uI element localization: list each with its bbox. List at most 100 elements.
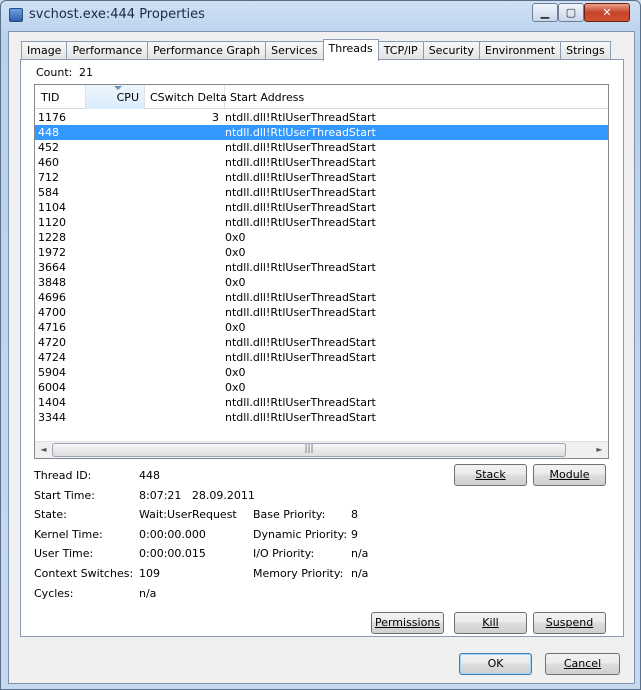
column-cswitch-label: CSwitch Delta (150, 91, 227, 104)
minimize-button[interactable]: ▁ (532, 3, 558, 22)
column-cpu[interactable]: CPU (86, 85, 145, 109)
column-cswitch-delta[interactable]: CSwitch Delta (145, 85, 227, 109)
dynamic-priority-value: 9 (351, 528, 358, 541)
column-tid-label: TID (41, 91, 60, 104)
tab-environment[interactable]: Environment (478, 41, 562, 60)
cell-start: ntdll.dll!RtlUserThreadStart (225, 306, 376, 319)
permissions-button[interactable]: Permissions (371, 612, 444, 634)
cell-start: ntdll.dll!RtlUserThreadStart (225, 201, 376, 214)
table-row[interactable]: 6004 0x0 (35, 380, 608, 395)
stack-button-label: Stack (475, 468, 506, 481)
scroll-right-icon[interactable]: ► (591, 442, 608, 458)
table-row[interactable]: 4696 ntdll.dll!RtlUserThreadStart (35, 290, 608, 305)
table-row[interactable]: 452 ntdll.dll!RtlUserThreadStart (35, 140, 608, 155)
tab-security[interactable]: Security (422, 41, 480, 60)
table-row[interactable]: 1104 ntdll.dll!RtlUserThreadStart (35, 200, 608, 215)
table-row[interactable]: 1228 0x0 (35, 230, 608, 245)
maximize-icon: ▢ (565, 6, 577, 19)
table-row[interactable]: 3344 ntdll.dll!RtlUserThreadStart (35, 410, 608, 425)
tab-performance[interactable]: Performance (66, 41, 149, 60)
user-time-value: 0:00:00.015 (139, 547, 206, 560)
stack-button[interactable]: Stack (454, 464, 527, 486)
ok-button[interactable]: OK (459, 653, 532, 675)
table-row[interactable]: 712 ntdll.dll!RtlUserThreadStart (35, 170, 608, 185)
table-row[interactable]: 584 ntdll.dll!RtlUserThreadStart (35, 185, 608, 200)
table-row[interactable]: 1404 ntdll.dll!RtlUserThreadStart (35, 395, 608, 410)
cell-start: ntdll.dll!RtlUserThreadStart (225, 411, 376, 424)
table-row[interactable]: 1120 ntdll.dll!RtlUserThreadStart (35, 215, 608, 230)
dialog-client-area: Image Performance Performance Graph Serv… (8, 31, 635, 684)
column-tid[interactable]: TID (35, 85, 86, 109)
scroll-left-icon[interactable]: ◄ (35, 442, 52, 458)
tab-threads[interactable]: Threads (322, 39, 379, 61)
cell-tid: 5904 (38, 366, 66, 379)
cancel-button[interactable]: Cancel (545, 653, 620, 675)
cell-tid: 6004 (38, 381, 66, 394)
table-row[interactable]: 4724 ntdll.dll!RtlUserThreadStart (35, 350, 608, 365)
context-switches-label: Context Switches: (34, 567, 134, 580)
tab-performance-graph[interactable]: Performance Graph (147, 41, 267, 60)
maximize-button[interactable]: ▢ (558, 3, 584, 22)
threads-list[interactable]: TID CPU CSwitch Delta Start Address 1176… (34, 84, 609, 459)
cell-tid: 1120 (38, 216, 66, 229)
table-row[interactable]: 1176 3 ntdll.dll!RtlUserThreadStart (35, 110, 608, 125)
base-priority-value: 8 (351, 508, 358, 521)
scrollbar-grip-icon: ||| (304, 444, 314, 454)
threads-panel: Count: 21 TID CPU CSwitch Delta Start Ad… (20, 59, 624, 637)
tab-image[interactable]: Image (21, 41, 68, 60)
cell-tid: 4696 (38, 291, 66, 304)
table-row[interactable]: 4716 0x0 (35, 320, 608, 335)
cell-tid: 1104 (38, 201, 66, 214)
table-row[interactable]: 460 ntdll.dll!RtlUserThreadStart (35, 155, 608, 170)
table-row[interactable]: 1972 0x0 (35, 245, 608, 260)
column-start-address[interactable]: Start Address (225, 85, 608, 109)
close-button[interactable]: ✕ (584, 3, 630, 22)
cell-start: ntdll.dll!RtlUserThreadStart (225, 291, 376, 304)
cell-tid: 1176 (38, 111, 66, 124)
io-priority-label: I/O Priority: (253, 547, 315, 560)
table-row[interactable]: 3848 0x0 (35, 275, 608, 290)
cell-start: 0x0 (225, 231, 246, 244)
state-value: Wait:UserRequest (139, 508, 237, 521)
scrollbar-thumb[interactable]: ||| (52, 443, 566, 457)
title-bar[interactable]: svchost.exe:444 Properties ▁ ▢ ✕ (1, 1, 640, 31)
cancel-button-label: Cancel (563, 657, 602, 670)
cell-tid: 1404 (38, 396, 66, 409)
io-priority-value: n/a (351, 547, 369, 560)
tab-strings[interactable]: Strings (560, 41, 611, 60)
cell-tid: 452 (38, 141, 59, 154)
memory-priority-label: Memory Priority: (253, 567, 344, 580)
table-row[interactable]: 448 ntdll.dll!RtlUserThreadStart (35, 125, 608, 140)
cell-tid: 3848 (38, 276, 66, 289)
cell-tid: 3664 (38, 261, 66, 274)
table-row[interactable]: 5904 0x0 (35, 365, 608, 380)
cell-start: 0x0 (225, 321, 246, 334)
kill-button[interactable]: Kill (454, 612, 527, 634)
cell-start: 0x0 (225, 276, 246, 289)
suspend-button[interactable]: Suspend (533, 612, 606, 634)
cell-tid: 4700 (38, 306, 66, 319)
horizontal-scrollbar[interactable]: ◄ ||| ► (35, 441, 608, 458)
cell-tid: 1228 (38, 231, 66, 244)
table-row[interactable]: 4720 ntdll.dll!RtlUserThreadStart (35, 335, 608, 350)
cell-tid: 4716 (38, 321, 66, 334)
table-row[interactable]: 3664 ntdll.dll!RtlUserThreadStart (35, 260, 608, 275)
cell-start: ntdll.dll!RtlUserThreadStart (225, 351, 376, 364)
cell-start: ntdll.dll!RtlUserThreadStart (225, 126, 376, 139)
window-title: svchost.exe:444 Properties (29, 7, 205, 22)
start-time-value: 8:07:21 28.09.2011 (139, 489, 255, 502)
tab-tcpip[interactable]: TCP/IP (377, 41, 424, 60)
cycles-value: n/a (139, 587, 157, 600)
cell-tid: 4724 (38, 351, 66, 364)
module-button[interactable]: Module (533, 464, 606, 486)
cell-start: ntdll.dll!RtlUserThreadStart (225, 261, 376, 274)
tab-services[interactable]: Services (265, 41, 324, 60)
close-icon: ✕ (602, 6, 612, 19)
tab-strip: Image Performance Performance Graph Serv… (21, 39, 611, 61)
cell-start: 0x0 (225, 246, 246, 259)
context-switches-value: 109 (139, 567, 160, 580)
cell-start: 0x0 (225, 381, 246, 394)
sort-descending-icon (114, 86, 122, 90)
cell-tid: 1972 (38, 246, 66, 259)
table-row[interactable]: 4700 ntdll.dll!RtlUserThreadStart (35, 305, 608, 320)
